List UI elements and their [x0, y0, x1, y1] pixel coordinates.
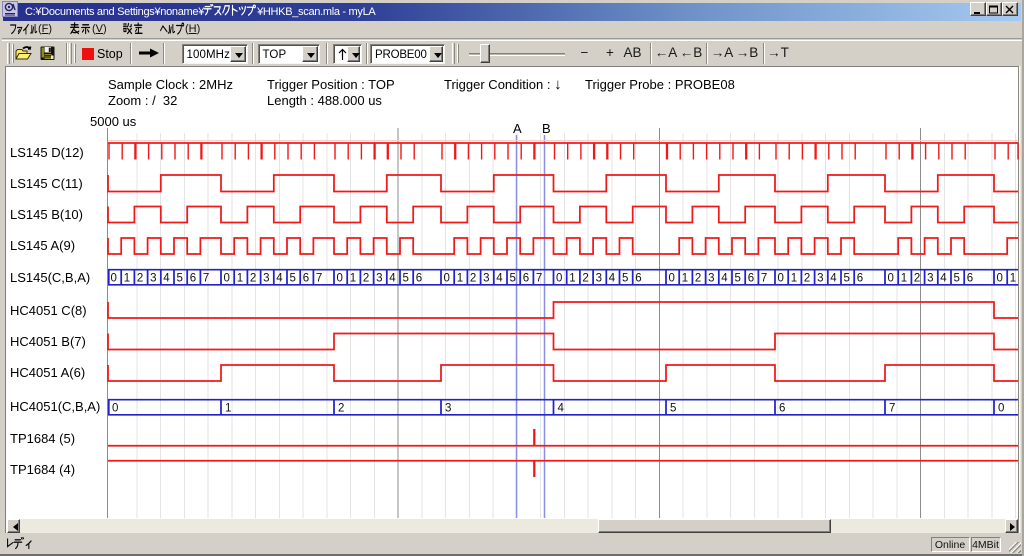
svg-text:0: 0	[112, 402, 118, 414]
svg-text:4: 4	[940, 272, 947, 284]
svg-text:7: 7	[316, 272, 322, 284]
svg-text:5: 5	[844, 272, 850, 284]
svg-text:2: 2	[470, 272, 476, 284]
svg-text:2: 2	[695, 272, 701, 284]
svg-text:0: 0	[778, 272, 784, 284]
svg-text:6: 6	[748, 272, 754, 284]
svg-text:5: 5	[954, 272, 960, 284]
svg-text:3: 3	[927, 272, 933, 284]
svg-text:2: 2	[363, 272, 369, 284]
svg-text:0: 0	[111, 272, 117, 284]
svg-text:1: 1	[682, 272, 688, 284]
svg-text:3: 3	[150, 272, 156, 284]
svg-text:7: 7	[203, 272, 209, 284]
svg-text:5: 5	[290, 272, 296, 284]
svg-text:7: 7	[536, 272, 542, 284]
svg-text:4: 4	[163, 272, 170, 284]
svg-text:5: 5	[403, 272, 409, 284]
svg-text:1: 1	[901, 272, 907, 284]
svg-text:3: 3	[708, 272, 714, 284]
svg-text:4: 4	[558, 402, 565, 414]
svg-text:0: 0	[997, 272, 1003, 284]
svg-text:7: 7	[761, 272, 767, 284]
svg-text:6: 6	[857, 272, 863, 284]
svg-text:3: 3	[817, 272, 823, 284]
svg-text:1: 1	[1010, 272, 1016, 284]
svg-text:6: 6	[416, 272, 422, 284]
svg-text:4: 4	[389, 272, 396, 284]
svg-text:4: 4	[276, 272, 283, 284]
svg-text:3: 3	[445, 402, 451, 414]
svg-text:6: 6	[523, 272, 529, 284]
svg-text:2: 2	[582, 272, 588, 284]
svg-text:4: 4	[609, 272, 616, 284]
svg-text:2: 2	[804, 272, 810, 284]
svg-text:7: 7	[889, 402, 895, 414]
svg-text:0: 0	[444, 272, 450, 284]
svg-text:1: 1	[225, 402, 231, 414]
svg-text:0: 0	[224, 272, 230, 284]
svg-text:3: 3	[483, 272, 489, 284]
svg-text:1: 1	[791, 272, 797, 284]
svg-text:0: 0	[669, 272, 675, 284]
svg-text:6: 6	[635, 272, 641, 284]
svg-text:3: 3	[263, 272, 269, 284]
svg-text:5: 5	[735, 272, 741, 284]
svg-text:0: 0	[998, 402, 1004, 414]
svg-text:2: 2	[137, 272, 143, 284]
svg-text:6: 6	[779, 402, 785, 414]
svg-text:1: 1	[237, 272, 243, 284]
svg-text:5: 5	[177, 272, 183, 284]
svg-text:4: 4	[830, 272, 837, 284]
svg-text:6: 6	[190, 272, 196, 284]
svg-text:5: 5	[670, 402, 676, 414]
svg-text:4: 4	[496, 272, 503, 284]
svg-text:1: 1	[569, 272, 575, 284]
svg-text:0: 0	[556, 272, 562, 284]
svg-text:5: 5	[510, 272, 516, 284]
svg-text:2: 2	[338, 402, 344, 414]
svg-text:3: 3	[376, 272, 382, 284]
svg-text:2: 2	[914, 272, 920, 284]
svg-text:3: 3	[596, 272, 602, 284]
svg-text:0: 0	[337, 272, 343, 284]
svg-text:5: 5	[622, 272, 628, 284]
svg-text:1: 1	[124, 272, 130, 284]
svg-text:2: 2	[250, 272, 256, 284]
svg-text:4: 4	[721, 272, 728, 284]
svg-text:1: 1	[457, 272, 463, 284]
svg-text:6: 6	[303, 272, 309, 284]
svg-text:6: 6	[967, 272, 973, 284]
svg-text:1: 1	[350, 272, 356, 284]
svg-text:0: 0	[888, 272, 894, 284]
